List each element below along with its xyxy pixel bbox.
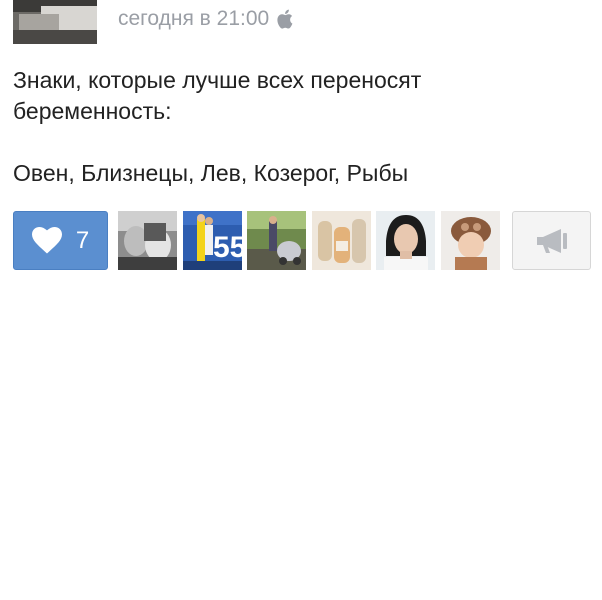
liker-avatar[interactable] xyxy=(118,211,177,270)
heart-icon xyxy=(31,227,62,254)
liker-photo xyxy=(376,211,435,270)
liker-photo xyxy=(118,211,177,270)
post-text-line: Знаки, которые лучше всех переносят xyxy=(13,67,422,93)
author-avatar[interactable] xyxy=(13,0,97,44)
liker-avatar[interactable] xyxy=(247,211,306,270)
svg-text:55: 55 xyxy=(213,231,242,264)
share-button[interactable] xyxy=(512,211,591,270)
liker-avatar[interactable] xyxy=(312,211,371,270)
post-actions: 7 55 xyxy=(13,211,593,270)
avatar-part xyxy=(19,14,59,30)
avatar-part xyxy=(13,30,97,44)
like-button[interactable]: 7 xyxy=(13,211,108,270)
post-meta: сегодня в 21:00 xyxy=(118,6,293,32)
liker-photo xyxy=(441,211,500,270)
liker-photo xyxy=(312,211,371,270)
liker-photo: 55 xyxy=(183,211,242,270)
liker-photo xyxy=(247,211,306,270)
liker-avatar[interactable] xyxy=(441,211,500,270)
liker-avatar[interactable] xyxy=(376,211,435,270)
post-text-line: Овен, Близнецы, Лев, Козерог, Рыбы xyxy=(13,160,409,186)
liker-avatar[interactable]: 55 xyxy=(183,211,242,270)
megaphone-icon xyxy=(536,228,567,253)
post-text-line: беременность: xyxy=(13,98,172,124)
post-text: Знаки, которые лучше всех переносят бере… xyxy=(13,65,573,189)
post-timestamp[interactable]: сегодня в 21:00 xyxy=(118,7,269,31)
apple-icon xyxy=(277,9,293,29)
like-count: 7 xyxy=(75,226,90,254)
